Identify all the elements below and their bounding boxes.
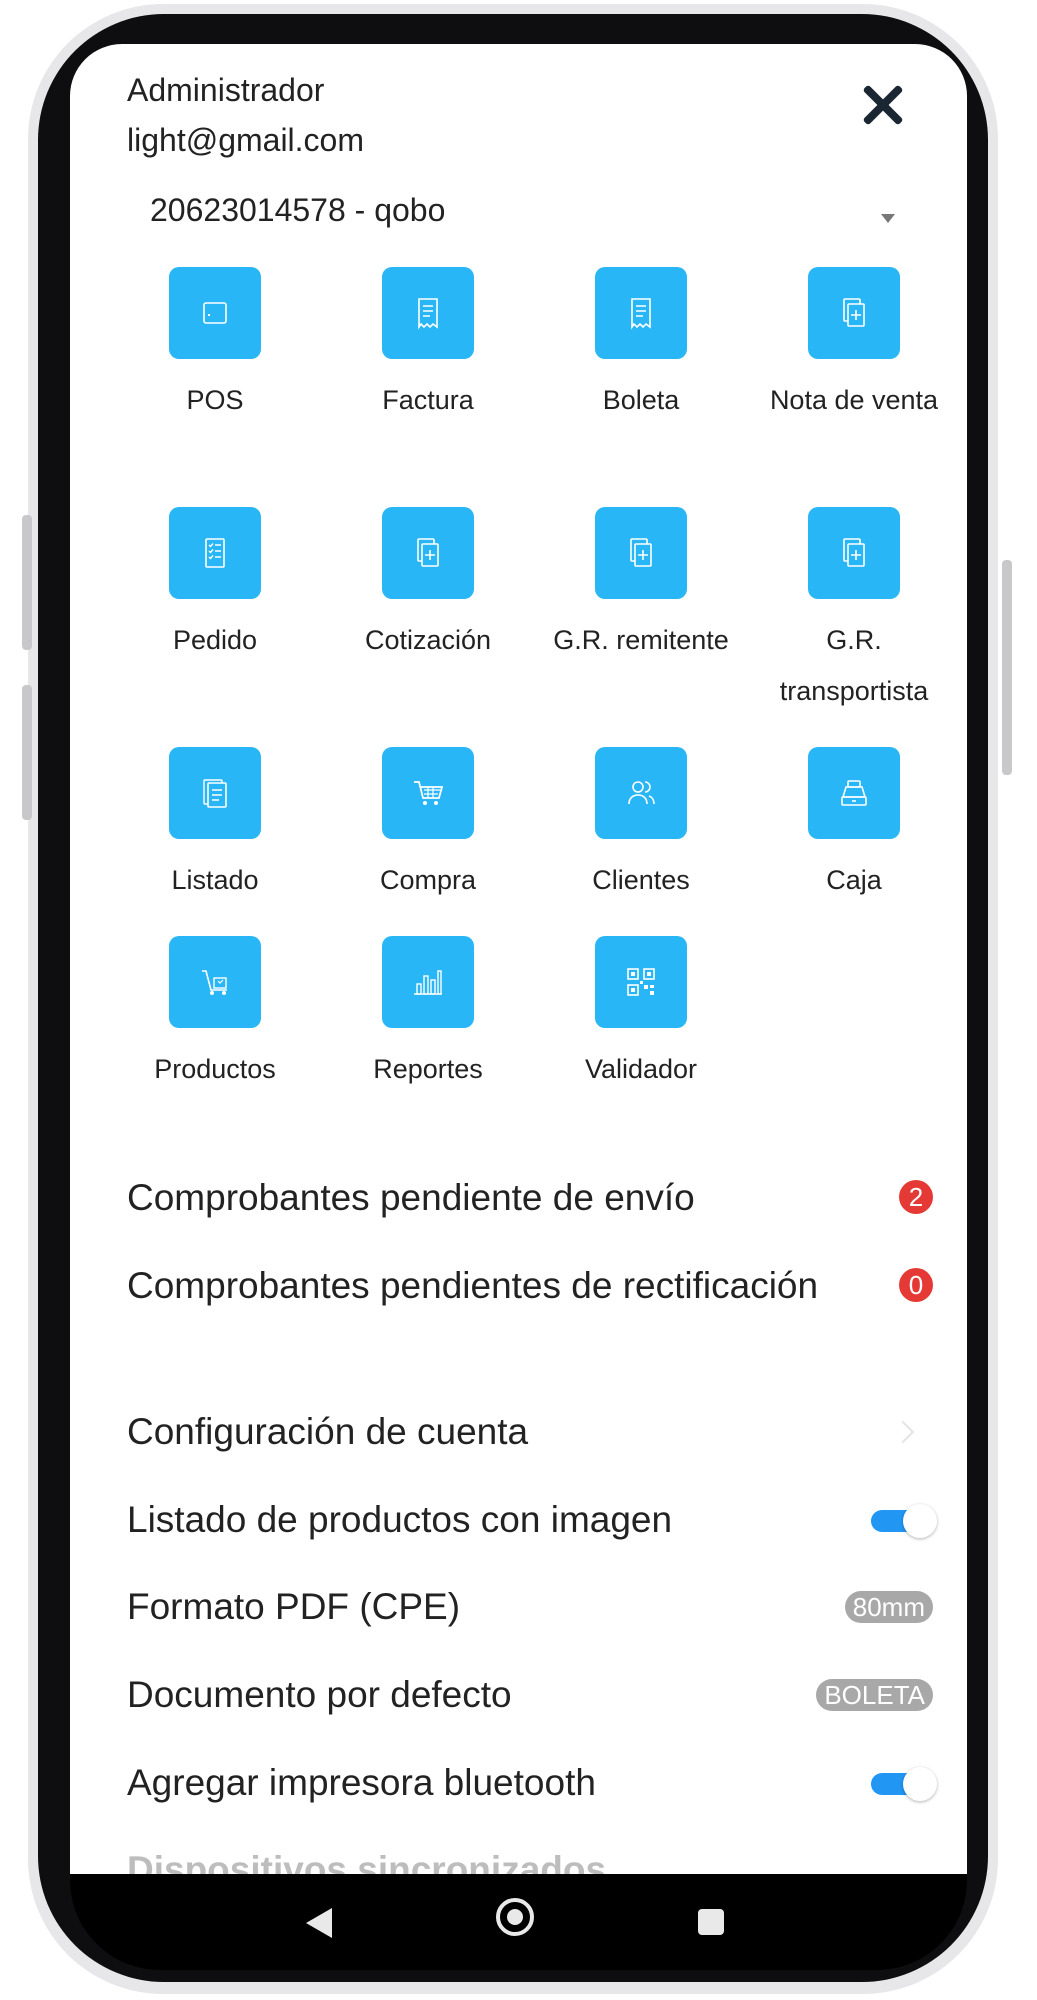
account-settings-label: Configuración de cuenta xyxy=(127,1411,529,1452)
tile-label: Compra xyxy=(379,865,477,895)
tile-cotizacion[interactable]: Cotización xyxy=(333,507,523,666)
bluetooth-printer-toggle[interactable] xyxy=(871,1767,937,1801)
account-settings-row[interactable]: Configuración de cuenta xyxy=(127,1402,933,1462)
product-images-row: Listado de productos con imagen xyxy=(127,1490,937,1550)
tile-nota-de-venta[interactable]: Nota de venta xyxy=(759,267,949,426)
default-doc-value[interactable]: BOLETA xyxy=(816,1679,933,1711)
qr-validator-icon xyxy=(595,936,687,1028)
list-icon xyxy=(169,747,261,839)
tile-pedido[interactable]: Pedido xyxy=(120,507,310,666)
cart-icon xyxy=(382,747,474,839)
order-icon xyxy=(169,507,261,599)
tile-label: Listado xyxy=(171,865,259,895)
power-button xyxy=(1002,560,1012,775)
tile-caja[interactable]: Caja xyxy=(759,747,949,906)
tile-label: Pedido xyxy=(172,625,258,655)
invoice-icon xyxy=(382,267,474,359)
tile-productos[interactable]: Productos xyxy=(120,936,310,1095)
clients-icon xyxy=(595,747,687,839)
android-nav-bar xyxy=(70,1874,967,1970)
bluetooth-printer-row: Agregar impresora bluetooth xyxy=(127,1753,937,1813)
bluetooth-printer-label: Agregar impresora bluetooth xyxy=(127,1762,596,1803)
pos-icon xyxy=(169,267,261,359)
tile-label: POS xyxy=(186,385,244,415)
product-images-label: Listado de productos con imagen xyxy=(127,1499,673,1540)
tile-validador[interactable]: Validador xyxy=(546,936,736,1095)
tile-label: Boleta xyxy=(602,385,680,415)
tile-boleta[interactable]: Boleta xyxy=(546,267,736,426)
user-email: light@gmail.com xyxy=(127,122,364,158)
tile-compra[interactable]: Compra xyxy=(333,747,523,906)
tile-label: Factura xyxy=(382,385,474,415)
quote-icon xyxy=(382,507,474,599)
pending-rectify-row[interactable]: Comprobantes pendientes de rectificación… xyxy=(127,1256,933,1316)
tile-label: Clientes xyxy=(592,865,690,895)
tile-label: Nota de venta xyxy=(769,385,939,415)
sales-note-icon xyxy=(808,267,900,359)
cash-register-icon xyxy=(808,747,900,839)
volume-down-button xyxy=(22,685,32,820)
pending-send-label: Comprobantes pendiente de envío xyxy=(127,1177,695,1218)
tile-label: Productos xyxy=(154,1054,276,1084)
tile-label: Caja xyxy=(826,865,882,895)
tile-gr-remitente[interactable]: G.R. remitente xyxy=(546,507,736,666)
app-screen: Administrador light@gmail.com 2062301457… xyxy=(70,44,967,1876)
back-icon[interactable] xyxy=(306,1908,332,1938)
pending-rectify-badge: 0 xyxy=(899,1268,933,1302)
synced-devices-heading: Dispositivos sincronizados xyxy=(127,1849,607,1876)
tile-label: Validador xyxy=(584,1054,698,1084)
tile-label: G.R. transportista xyxy=(779,625,929,706)
default-doc-row[interactable]: Documento por defecto BOLETA xyxy=(127,1665,933,1725)
receipt-icon xyxy=(595,267,687,359)
volume-up-button xyxy=(22,515,32,650)
pending-send-badge: 2 xyxy=(899,1180,933,1214)
tile-factura[interactable]: Factura xyxy=(333,267,523,426)
chevron-right-icon xyxy=(891,1420,915,1444)
carrier-guide-icon xyxy=(808,507,900,599)
sender-guide-icon xyxy=(595,507,687,599)
tile-reportes[interactable]: Reportes xyxy=(333,936,523,1095)
chevron-down-icon[interactable] xyxy=(881,214,895,223)
user-role: Administrador xyxy=(127,72,325,108)
product-images-toggle[interactable] xyxy=(871,1504,937,1538)
default-doc-label: Documento por defecto xyxy=(127,1674,512,1715)
reports-icon xyxy=(382,936,474,1028)
tile-listado[interactable]: Listado xyxy=(120,747,310,906)
tile-label: Cotización xyxy=(364,625,492,655)
pdf-format-label: Formato PDF (CPE) xyxy=(127,1586,461,1627)
recent-apps-icon[interactable] xyxy=(698,1909,724,1935)
tile-label: G.R. remitente xyxy=(553,625,729,655)
pending-send-row[interactable]: Comprobantes pendiente de envío 2 xyxy=(127,1168,933,1228)
pending-rectify-label: Comprobantes pendientes de rectificación xyxy=(127,1265,819,1306)
tile-gr-transportista[interactable]: G.R. transportista xyxy=(759,507,949,717)
tile-pos[interactable]: POS xyxy=(120,267,310,426)
tile-label: Reportes xyxy=(373,1054,483,1084)
tile-clientes[interactable]: Clientes xyxy=(546,747,736,906)
pdf-format-value[interactable]: 80mm xyxy=(844,1591,933,1623)
close-icon[interactable] xyxy=(860,82,906,128)
company-select[interactable]: 20623014578 - qobo xyxy=(150,192,445,229)
products-icon xyxy=(169,936,261,1028)
home-icon[interactable] xyxy=(496,1898,534,1936)
pdf-format-row[interactable]: Formato PDF (CPE) 80mm xyxy=(127,1577,933,1637)
